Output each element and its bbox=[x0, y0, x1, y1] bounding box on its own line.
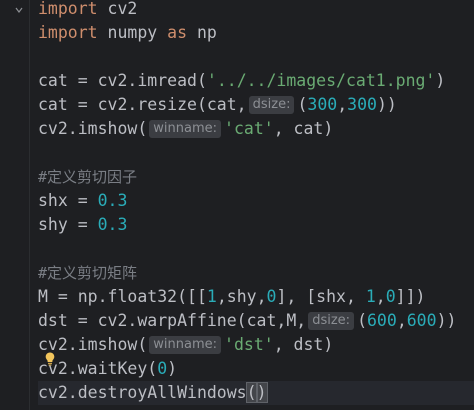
code-text: , bbox=[375, 287, 386, 306]
code-text: M = np.float32([[ bbox=[38, 287, 207, 306]
matched-paren-open: ( bbox=[245, 382, 258, 403]
editor-gutter bbox=[0, 0, 30, 410]
code-text: , bbox=[396, 311, 407, 330]
number-literal: 300 bbox=[307, 95, 338, 114]
code-text: ,shy, bbox=[216, 287, 267, 306]
keyword: import bbox=[38, 23, 98, 42]
code-line-1[interactable]: import cv2 bbox=[38, 0, 137, 21]
code-line-5[interactable]: cat = cv2.resize(cat, dsize: (300,300)) bbox=[38, 93, 397, 117]
string-literal: '../../images/cat1.png' bbox=[206, 71, 436, 90]
comment: #定义剪切因子 bbox=[38, 168, 138, 186]
code-text: , cat) bbox=[273, 119, 334, 138]
code-text: ( bbox=[297, 95, 308, 114]
code-text: ( bbox=[357, 311, 367, 330]
code-text: ]]) bbox=[395, 287, 426, 306]
code-text: shx = bbox=[38, 191, 98, 210]
fold-marker-icon[interactable] bbox=[14, 5, 24, 15]
code-line-17[interactable]: cv2.destroyAllWindows() bbox=[38, 381, 474, 405]
code-text: np bbox=[187, 23, 217, 42]
code-text: cv2.waitKey( bbox=[38, 359, 158, 378]
keyword: as bbox=[167, 23, 188, 42]
parameter-hint: winname: bbox=[149, 336, 222, 354]
keyword: import bbox=[38, 0, 98, 18]
code-text: ], [shx, bbox=[276, 287, 366, 306]
code-line-13[interactable]: M = np.float32([[1,shy,0], [shx, 1,0]]) bbox=[38, 285, 425, 309]
number-literal: 0 bbox=[385, 287, 396, 306]
code-text: dst = cv2.warpAffine(cat,M, bbox=[38, 311, 307, 330]
number-literal: 1 bbox=[365, 287, 376, 306]
code-text: , bbox=[337, 95, 348, 114]
code-text: , dst) bbox=[273, 335, 334, 354]
matched-paren-close: ) bbox=[255, 382, 268, 403]
number-literal: 600 bbox=[406, 311, 437, 330]
number-literal: 1 bbox=[206, 287, 217, 306]
string-literal: 'dst' bbox=[224, 335, 274, 354]
code-line-2[interactable]: import numpy as np bbox=[38, 21, 217, 45]
code-line-8[interactable]: #定义剪切因子 bbox=[38, 165, 137, 189]
code-text: cv2.destroyAllWindows bbox=[38, 383, 247, 402]
string-literal: 'cat' bbox=[224, 119, 274, 138]
number-literal: 0.3 bbox=[97, 215, 128, 234]
number-literal: 300 bbox=[347, 95, 377, 114]
code-text: )) bbox=[376, 95, 397, 114]
code-text: cv2 bbox=[97, 0, 138, 18]
lightbulb-icon[interactable] bbox=[45, 351, 55, 366]
number-literal: 0.3 bbox=[97, 191, 128, 210]
code-line-10[interactable]: shy = 0.3 bbox=[38, 213, 127, 237]
number-literal: 0 bbox=[266, 287, 277, 306]
parameter-hint: dsize: bbox=[308, 312, 355, 330]
number-literal: 600 bbox=[367, 311, 397, 330]
code-text: ) bbox=[167, 359, 178, 378]
parameter-hint: winname: bbox=[149, 120, 222, 138]
code-text: numpy bbox=[97, 23, 168, 42]
code-line-15[interactable]: cv2.imshow(winname:'dst', dst) bbox=[38, 333, 333, 357]
parameter-hint: dsize: bbox=[248, 96, 295, 114]
code-line-9[interactable]: shx = 0.3 bbox=[38, 189, 127, 213]
code-text: shy = bbox=[38, 215, 98, 234]
code-line-16[interactable]: cv2.waitKey(0) bbox=[38, 357, 177, 381]
code-editor[interactable]: import cv2 import numpy as np cat = cv2.… bbox=[0, 0, 474, 410]
gutter-divider bbox=[29, 0, 30, 410]
code-text: )) bbox=[436, 311, 457, 330]
number-literal: 0 bbox=[157, 359, 168, 378]
comment: #定义剪切矩阵 bbox=[38, 264, 138, 282]
code-line-12[interactable]: #定义剪切矩阵 bbox=[38, 261, 137, 285]
code-text: ) bbox=[435, 71, 446, 90]
code-text: cv2.imshow( bbox=[38, 119, 148, 138]
code-text: cat = cv2.resize(cat, bbox=[38, 95, 247, 114]
code-line-4[interactable]: cat = cv2.imread('../../images/cat1.png'… bbox=[38, 69, 445, 93]
code-line-14[interactable]: dst = cv2.warpAffine(cat,M, dsize: (600,60… bbox=[38, 309, 456, 333]
code-text: cat = cv2.imread( bbox=[38, 71, 207, 90]
code-line-6[interactable]: cv2.imshow(winname:'cat', cat) bbox=[38, 117, 333, 141]
